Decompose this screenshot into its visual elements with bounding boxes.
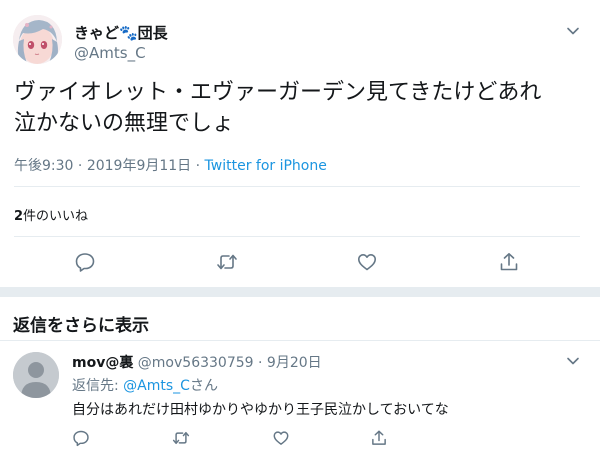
share-icon[interactable]	[498, 251, 520, 273]
meta-separator: ·	[191, 158, 205, 174]
show-more-replies[interactable]: 返信をさらに表示	[13, 311, 149, 336]
tweet-time[interactable]: 午後9:30	[14, 158, 73, 174]
tweet-text-line: ヴァイオレット・エヴァーガーデン見てきたけどあれ	[14, 80, 542, 105]
tweet-text: ヴァイオレット・エヴァーガーデン見てきたけどあれ 泣かないの無理でしょ	[14, 77, 589, 139]
chevron-down-icon[interactable]	[566, 354, 580, 368]
reply-to-mention[interactable]: @Amts_C	[123, 378, 190, 394]
reply-header: mov@裏 @mov56330759 · 9月20日	[72, 352, 322, 372]
tweet-date[interactable]: 2019年9月11日	[87, 158, 191, 174]
display-name[interactable]: きゃど🐾団長	[74, 22, 168, 43]
divider	[14, 186, 580, 187]
reply-icon[interactable]	[72, 429, 90, 447]
page-edge	[600, 0, 606, 470]
meta-separator: ·	[253, 355, 267, 371]
likes-label: 件のいいね	[23, 209, 89, 224]
tweet-meta: 午後9:30 · 2019年9月11日 · Twitter for iPhone	[14, 155, 327, 175]
divider	[14, 236, 580, 237]
retweet-icon[interactable]	[216, 251, 238, 273]
avatar[interactable]	[13, 352, 59, 398]
tweet-source[interactable]: Twitter for iPhone	[205, 158, 327, 174]
divider	[0, 340, 600, 341]
likes-number: 2	[14, 209, 24, 224]
handle[interactable]: @Amts_C	[74, 44, 146, 62]
meta-separator: ·	[73, 158, 87, 174]
reply-icon[interactable]	[74, 251, 96, 273]
reply-to-suffix: さん	[189, 378, 218, 394]
reply-to-prefix: 返信先:	[72, 378, 124, 394]
reply-to: 返信先: @Amts_Cさん	[72, 375, 218, 395]
reply-display-name[interactable]: mov@裏	[72, 355, 133, 371]
reply-text: 自分はあれだけ田村ゆかりやゆかり王子民泣かしておいてな	[72, 402, 449, 418]
share-icon[interactable]	[370, 429, 388, 447]
section-separator	[0, 287, 600, 297]
chevron-down-icon[interactable]	[566, 24, 580, 38]
tweet-text-line: 泣かないの無理でしょ	[14, 111, 235, 136]
tweet-detail: きゃど🐾団長 @Amts_C ヴァイオレット・エヴァーガーデン見てきたけどあれ …	[0, 0, 600, 470]
reply-date[interactable]: 9月20日	[267, 355, 322, 371]
likes-count[interactable]: 2件のいいね	[14, 205, 88, 224]
like-icon[interactable]	[272, 429, 290, 447]
retweet-icon[interactable]	[172, 429, 190, 447]
avatar[interactable]	[13, 15, 62, 64]
reply-handle[interactable]: @mov56330759	[138, 355, 254, 371]
like-icon[interactable]	[356, 251, 378, 273]
default-avatar-icon	[13, 352, 59, 398]
